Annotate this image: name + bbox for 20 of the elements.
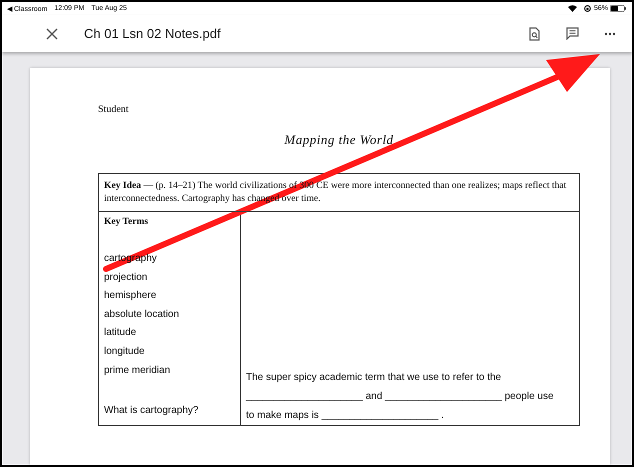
key-term: prime meridian <box>104 364 170 378</box>
key-term: hemisphere <box>104 289 156 304</box>
student-label: Student <box>98 104 130 115</box>
wifi-icon <box>568 5 577 12</box>
answer-line: _____________________ and _____________________ people use <box>246 390 555 404</box>
key-term: absolute location <box>104 308 180 322</box>
answer-line: The super spicy academic term that we use to refer to the <box>246 371 502 386</box>
key-term: longitude <box>104 344 145 359</box>
key-term: projection <box>104 270 148 285</box>
battery-icon <box>610 5 626 12</box>
answer-line: to make maps is _____________________ . <box>246 408 445 423</box>
key-term: latitude <box>104 326 136 340</box>
close-button[interactable] <box>44 26 60 42</box>
question-text: What is cartography? <box>104 404 200 418</box>
worksheet-title: Mapping the World <box>283 132 395 148</box>
document-title: Ch 01 Lsn 02 Notes.pdf <box>84 26 222 41</box>
comment-button[interactable] <box>564 26 580 42</box>
more-icon <box>604 32 616 36</box>
key-terms-heading: Key Terms <box>104 217 150 227</box>
lock-rotation-icon <box>584 5 591 12</box>
